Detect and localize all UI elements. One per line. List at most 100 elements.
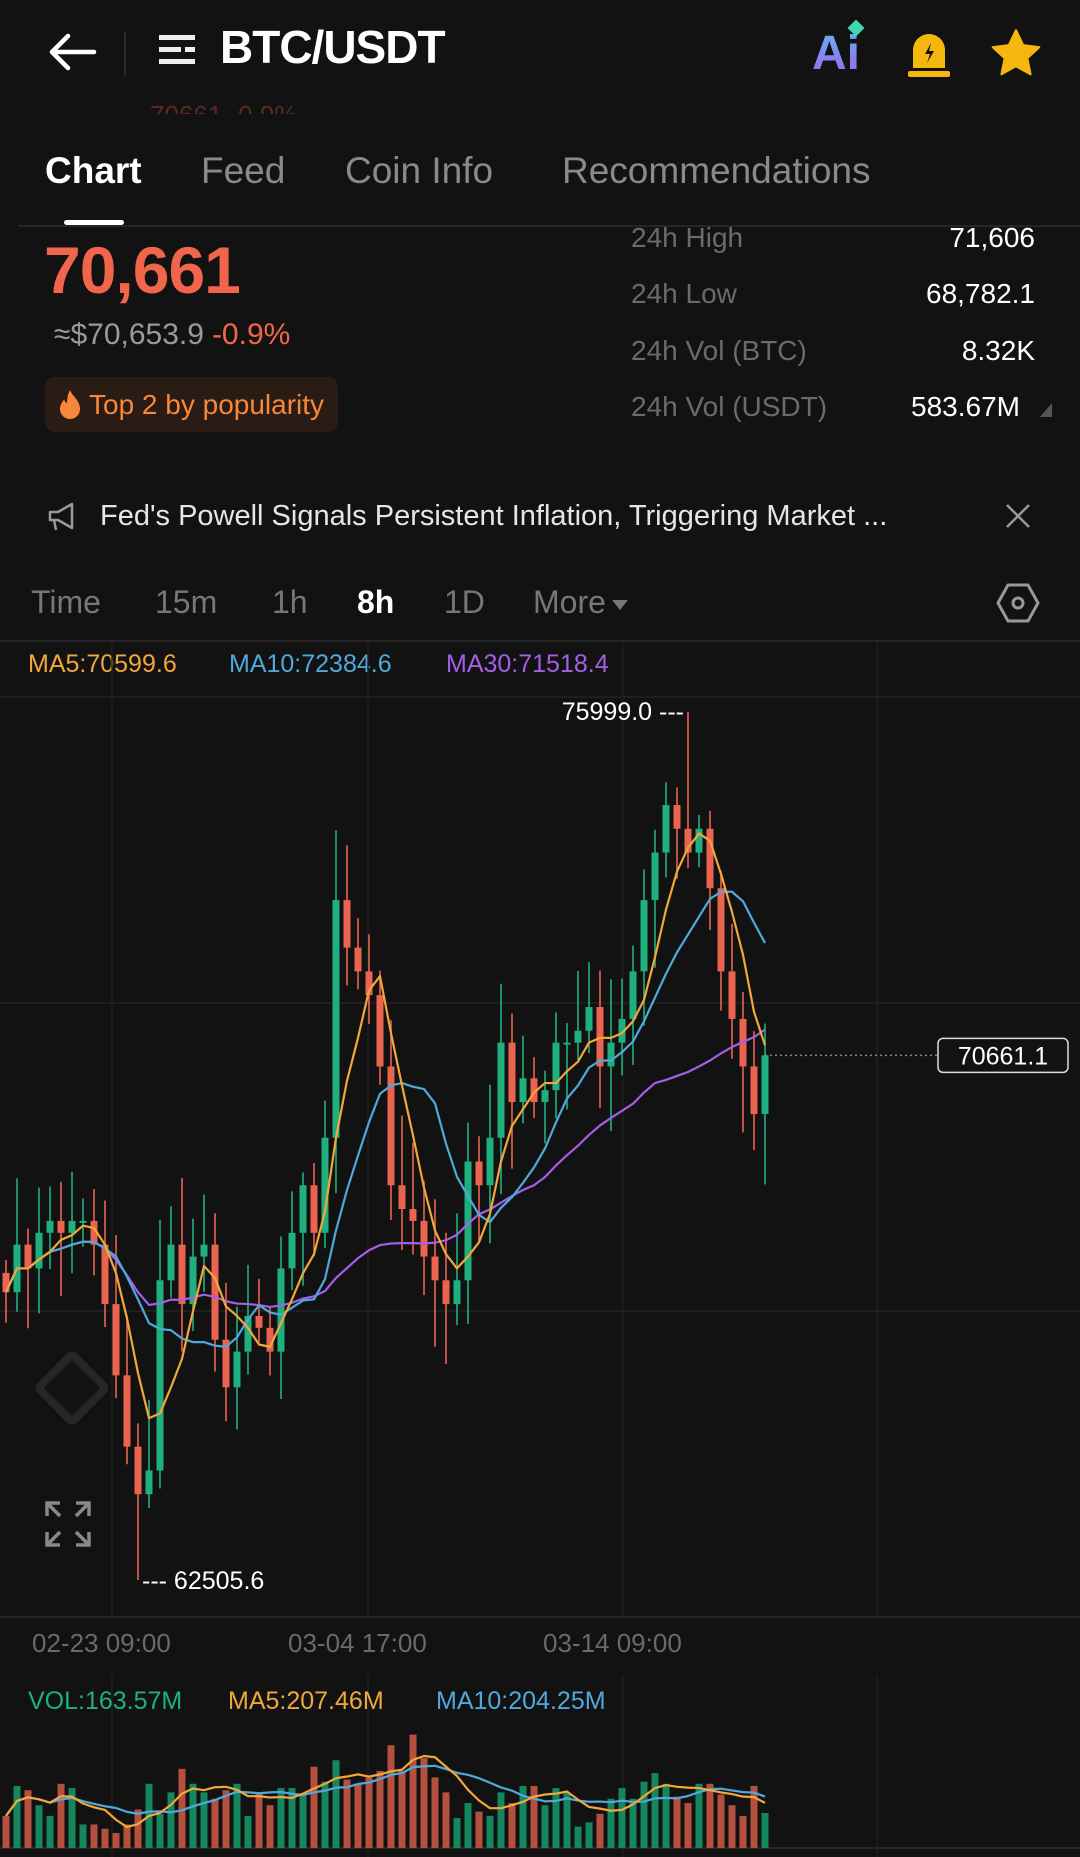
volume-bar [365, 1777, 373, 1848]
candle-body [299, 1185, 307, 1233]
volume-bar [574, 1826, 582, 1848]
candle-body [706, 828, 714, 889]
ma5-line [5, 832, 767, 1420]
candle-body [398, 1185, 406, 1210]
volume-bar [486, 1815, 494, 1848]
volume-bar [420, 1758, 428, 1848]
candle-body [200, 1244, 208, 1257]
volume-bar [167, 1792, 175, 1848]
volume-bar [13, 1785, 21, 1848]
candle-body [376, 995, 384, 1067]
volume-bar [453, 1818, 461, 1848]
volume-bar [607, 1798, 615, 1848]
volume-bar [2, 1815, 10, 1848]
candle-body [46, 1220, 54, 1233]
volume-bar [90, 1824, 98, 1848]
volume-bar [156, 1813, 164, 1848]
volume-bar [640, 1781, 648, 1848]
candlestick-chart[interactable]: 75999.0 --- --- 62505.6 70661.1 [0, 0, 1080, 1857]
volume-bar [750, 1785, 758, 1848]
candle-body [750, 1066, 758, 1114]
current-price-label: 70661.1 [958, 1042, 1048, 1070]
volume-bar [376, 1770, 384, 1848]
volume-bar [475, 1811, 483, 1848]
volume-bar [79, 1824, 87, 1848]
volume-bar [684, 1803, 692, 1848]
volume-bar [761, 1812, 769, 1848]
volume-bar [266, 1805, 274, 1848]
candle-body [596, 1007, 604, 1067]
candle-body [123, 1375, 131, 1447]
candle-body [211, 1244, 219, 1340]
x-tick-label: 02-23 09:00 [32, 1628, 171, 1658]
candle-body [442, 1280, 450, 1305]
candle-body [662, 805, 670, 853]
candle-body [651, 852, 659, 901]
high-price-label: 75999.0 --- [562, 698, 684, 726]
candle-body [761, 1055, 769, 1114]
volume-bar [310, 1766, 318, 1848]
ma10-line [5, 890, 766, 1348]
volume-bar [332, 1760, 340, 1848]
volume-bar [299, 1794, 307, 1848]
volume-bar [563, 1792, 571, 1848]
candle-body [541, 1090, 549, 1103]
candle-body [695, 828, 703, 853]
candle-body [354, 947, 362, 972]
candle-body [728, 971, 736, 1019]
volume-bar [431, 1777, 439, 1848]
volume-bar [35, 1805, 43, 1848]
candle-body [288, 1232, 296, 1269]
candle-body [640, 900, 648, 972]
candle-body [332, 900, 340, 1138]
volume-bar [662, 1783, 670, 1848]
volume-bar [409, 1734, 417, 1848]
volume-ma10-legend: MA10:204.25M [436, 1687, 606, 1715]
candle-body [431, 1256, 439, 1281]
candle-body [79, 1220, 87, 1223]
volume-bar [728, 1805, 736, 1848]
low-price-label: --- 62505.6 [142, 1567, 264, 1595]
volume-bar [46, 1815, 54, 1848]
candle-body [574, 1030, 582, 1043]
volume-bar [101, 1828, 109, 1848]
volume-bar [673, 1796, 681, 1848]
candle-body [519, 1078, 527, 1103]
candle-body [57, 1220, 65, 1233]
x-tick-label: 03-04 17:00 [288, 1628, 427, 1658]
volume-bar [343, 1779, 351, 1848]
volume-bar [497, 1792, 505, 1848]
volume-bar [464, 1803, 472, 1848]
candle-body [717, 888, 725, 972]
candle-body [233, 1351, 241, 1388]
candle-body [453, 1280, 461, 1305]
candle-body [607, 1042, 615, 1067]
volume-bar [541, 1805, 549, 1848]
candle-body [343, 900, 351, 948]
volume-bar [717, 1794, 725, 1848]
candle-body [112, 1304, 120, 1376]
volume-bar [508, 1803, 516, 1848]
candle-body [475, 1161, 483, 1186]
candle-body [277, 1268, 285, 1352]
volume-ma5-line [5, 1754, 766, 1829]
volume-bar [200, 1792, 208, 1848]
candle-body [585, 1007, 593, 1031]
volume-bar [222, 1790, 230, 1848]
candle-body [420, 1220, 428, 1257]
candle-body [145, 1470, 153, 1495]
fullscreen-button[interactable] [44, 1500, 92, 1553]
candle-body [508, 1042, 516, 1103]
expand-icon [45, 1501, 91, 1547]
candle-body [563, 1042, 571, 1045]
candle-body [178, 1244, 186, 1305]
candle-body [134, 1446, 142, 1495]
volume-bar [134, 1809, 142, 1848]
volume-bar [255, 1792, 263, 1848]
x-tick-label: 03-14 09:00 [543, 1628, 682, 1658]
candle-body [629, 971, 637, 1019]
volume-bar [112, 1833, 120, 1848]
volume-bar [706, 1783, 714, 1848]
volume-bar [585, 1822, 593, 1848]
candle-body [409, 1209, 417, 1221]
